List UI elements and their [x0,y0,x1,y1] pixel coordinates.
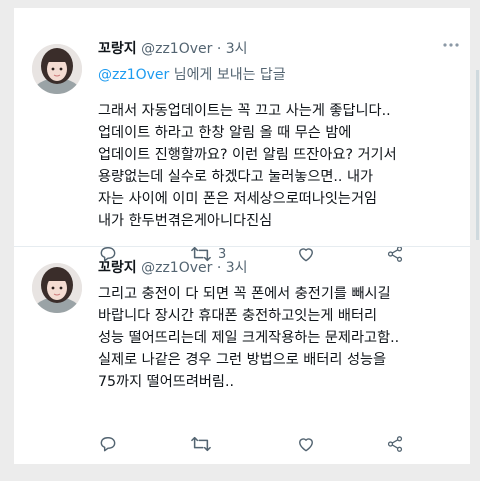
tweet-divider [14,246,470,247]
user-handle[interactable]: @zz1Over [141,41,212,57]
avatar[interactable] [32,263,82,313]
display-name[interactable]: 꼬랑지 [98,41,137,57]
reply-to-label: 님에게 보내는 답글 [169,67,286,83]
scrollbar[interactable] [476,70,479,240]
share-icon [387,436,403,452]
share-button[interactable] [386,433,404,455]
heart-icon [299,438,313,452]
retweet-button[interactable] [190,433,212,455]
tweet-text-line: 자는 사이에 이미 폰은 저세상으로떠나잇는거임 [98,191,378,207]
timestamp[interactable]: 3시 [226,41,248,57]
tweet-text: 그래서 자동업데이트는 꼭 끄고 사는게 좋답니다.. 업데이트 하라고 한창 … [98,100,397,232]
tweet-text-line: 업데이트 진행할까요? 이런 알림 뜨잔아요? 거기서 [98,147,397,163]
reply-context: @zz1Over 님에게 보내는 답글 [98,64,286,84]
share-icon [387,246,403,262]
avatar[interactable] [32,44,82,94]
tweet-text-line: 내가 한두번겪은게아니다진심 [98,213,273,229]
reply-button[interactable] [98,433,118,455]
tweet-text-line: 용량없는데 실수로 하겠다고 눌러놓으면.. 내가 [98,169,374,185]
tweet-text-line: 성능 떨어뜨리는데 제일 크게작용하는 문제라고함.. [98,330,400,346]
tweet-text-line: 그리고 충전이 다 되면 꼭 폰에서 충전기를 빼시길 [98,286,391,302]
heart-icon [299,248,313,262]
retweet-icon [191,436,211,452]
separator-dot: · [216,260,222,276]
tweet-text-line: 바랍니다 장시간 휴대폰 충전하고잇는게 배터리 [98,308,378,324]
more-options-icon[interactable] [442,40,460,54]
timestamp[interactable]: 3시 [226,260,248,276]
tweet-header: 꼬랑지 @zz1Over · 3시 [98,38,248,60]
tweet-header: 꼬랑지 @zz1Over · 3시 [98,257,248,279]
separator-dot: · [216,41,222,57]
tweet-text-line: 실제로 나같은 경우 그런 방법으로 배터리 성능을 [98,352,387,368]
tweet-actions [98,433,403,455]
reply-icon [100,437,116,452]
like-button[interactable] [296,433,316,455]
display-name[interactable]: 꼬랑지 [98,260,137,276]
tweet-thread-card: 꼬랑지 @zz1Over · 3시 @zz1Over 님에게 보내는 답글 그래… [14,8,479,464]
user-handle[interactable]: @zz1Over [141,260,212,276]
tweet-text-line: 업데이트 하라고 한창 알림 올 때 무슨 밤에 [98,125,352,141]
reply-to-user-link[interactable]: @zz1Over [98,67,169,83]
tweet-text-line: 그래서 자동업데이트는 꼭 끄고 사는게 좋답니다.. [98,103,391,119]
tweet-text-line: 75까지 떨어뜨려버림.. [98,374,235,390]
tweet-text: 그리고 충전이 다 되면 꼭 폰에서 충전기를 빼시길 바랍니다 장시간 휴대폰… [98,283,399,393]
